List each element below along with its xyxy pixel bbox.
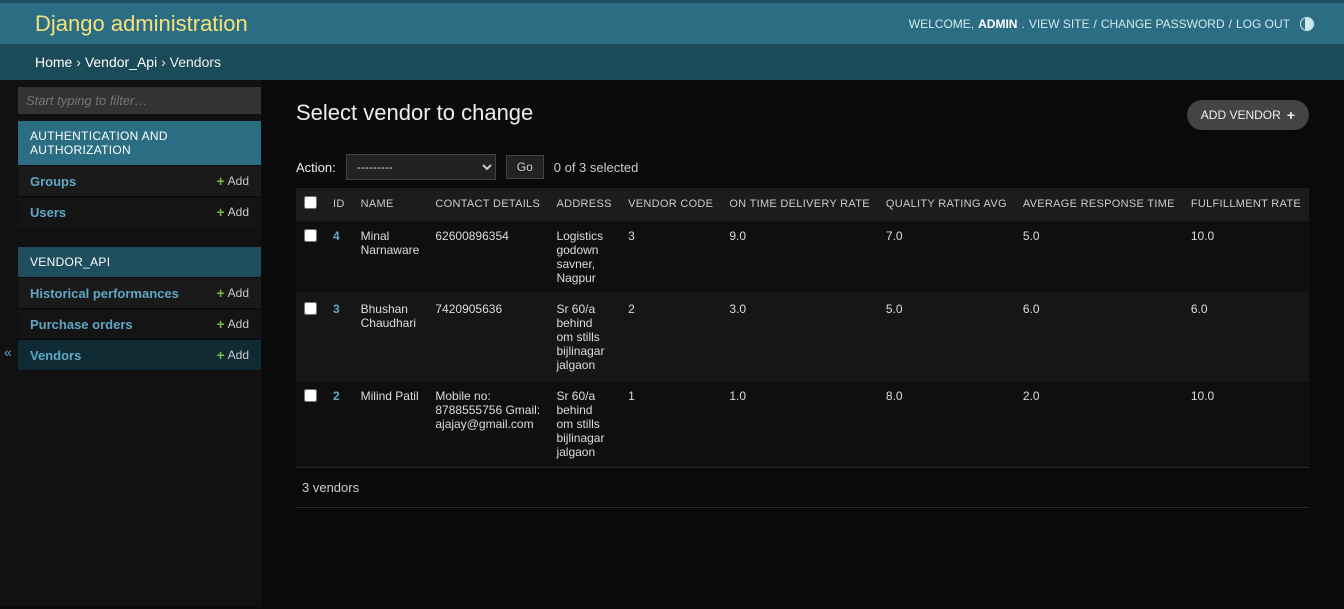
row-contact: Mobile no: 8788555756 Gmail: ajajay@gmai… (427, 381, 548, 468)
sidebar-add-vendors[interactable]: +Add (216, 347, 249, 363)
col-name[interactable]: NAME (353, 188, 428, 221)
row-address: Logistics godown savner, Nagpur (548, 221, 620, 294)
row-quality: 5.0 (878, 294, 1015, 381)
row-id-link[interactable]: 4 (333, 229, 340, 243)
row-fulfillment: 10.0 (1183, 221, 1309, 294)
results-table: ID NAME CONTACT DETAILS ADDRESS VENDOR C… (296, 188, 1309, 467)
row-quality: 8.0 (878, 381, 1015, 468)
actions-bar: Action: --------- Go 0 of 3 selected (296, 154, 1309, 180)
header: Django administration WELCOME, ADMIN. VI… (0, 0, 1344, 44)
row-checkbox[interactable] (304, 302, 317, 315)
table-row: 2 Milind PatilMobile no: 8788555756 Gmail… (296, 381, 1309, 468)
col-vendor-code[interactable]: VENDOR CODE (620, 188, 721, 221)
row-response: 5.0 (1015, 221, 1183, 294)
main: AUTHENTICATION AND AUTHORIZATION Groups … (0, 80, 1344, 607)
sidebar-link-groups[interactable]: Groups (30, 174, 76, 189)
selection-counter: 0 of 3 selected (554, 160, 639, 175)
breadcrumb-home[interactable]: Home (35, 54, 72, 70)
breadcrumb-app[interactable]: Vendor_Api (85, 54, 157, 70)
sidebar-add-historical-performances[interactable]: +Add (216, 285, 249, 301)
plus-icon: + (216, 316, 224, 332)
plus-icon: + (1287, 107, 1295, 123)
col-contact[interactable]: CONTACT DETAILS (427, 188, 548, 221)
action-select[interactable]: --------- (346, 154, 496, 180)
col-avg-response-time[interactable]: AVERAGE RESPONSE TIME (1015, 188, 1183, 221)
row-address: Sr 60/a behind om stills bijlinagar jalg… (548, 381, 620, 468)
welcome-label: WELCOME, (909, 17, 974, 31)
row-name: Milind Patil (353, 381, 428, 468)
sidebar: AUTHENTICATION AND AUTHORIZATION Groups … (0, 80, 261, 607)
sidebar-link-users[interactable]: Users (30, 205, 66, 220)
row-response: 6.0 (1015, 294, 1183, 381)
row-on-time: 1.0 (721, 381, 878, 468)
col-on-time-delivery[interactable]: ON TIME DELIVERY RATE (721, 188, 878, 221)
collapse-sidebar-button[interactable]: « (4, 344, 12, 360)
row-fulfillment: 6.0 (1183, 294, 1309, 381)
row-name: Minal Narnaware (353, 221, 428, 294)
col-select-all (296, 188, 325, 221)
col-fulfillment-rate[interactable]: FULFILLMENT RATE (1183, 188, 1309, 221)
plus-icon: + (216, 347, 224, 363)
row-address: Sr 60/a behind om stills bijlinagar jalg… (548, 294, 620, 381)
sidebar-app-vendor-caption[interactable]: VENDOR_API (18, 247, 261, 277)
col-address[interactable]: ADDRESS (548, 188, 620, 221)
sidebar-add-users[interactable]: +Add (216, 204, 249, 220)
sidebar-item-vendors: Vendors +Add (18, 339, 261, 370)
row-contact: 62600896354 (427, 221, 548, 294)
page-title: Select vendor to change (296, 100, 1309, 126)
table-header-row: ID NAME CONTACT DETAILS ADDRESS VENDOR C… (296, 188, 1309, 221)
theme-toggle-icon[interactable] (1300, 17, 1314, 31)
plus-icon: + (216, 204, 224, 220)
table-row: 3 Bhushan Chaudhari7420905636Sr 60/a behi… (296, 294, 1309, 381)
add-vendor-label: ADD VENDOR (1201, 108, 1281, 122)
plus-icon: + (216, 173, 224, 189)
row-fulfillment: 10.0 (1183, 381, 1309, 468)
row-id-link[interactable]: 3 (333, 302, 340, 316)
sidebar-filter-input[interactable] (18, 87, 261, 114)
sidebar-app-auth: AUTHENTICATION AND AUTHORIZATION Groups … (18, 121, 261, 227)
plus-icon: + (216, 285, 224, 301)
row-checkbox[interactable] (304, 229, 317, 242)
row-vendor-code: 3 (620, 221, 721, 294)
change-password-link[interactable]: CHANGE PASSWORD (1101, 17, 1225, 31)
breadcrumb: Home › Vendor_Api › Vendors (0, 44, 1344, 80)
sidebar-item-historical-performances: Historical performances +Add (18, 277, 261, 308)
user-tools: WELCOME, ADMIN. VIEW SITE / CHANGE PASSW… (909, 17, 1314, 31)
sidebar-item-users: Users +Add (18, 196, 261, 227)
sidebar-add-groups[interactable]: +Add (216, 173, 249, 189)
row-vendor-code: 2 (620, 294, 721, 381)
sidebar-app-auth-caption[interactable]: AUTHENTICATION AND AUTHORIZATION (18, 121, 261, 165)
sidebar-link-vendors[interactable]: Vendors (30, 348, 81, 363)
select-all-checkbox[interactable] (304, 196, 317, 209)
sidebar-item-purchase-orders: Purchase orders +Add (18, 308, 261, 339)
view-site-link[interactable]: VIEW SITE (1029, 17, 1090, 31)
username: ADMIN (978, 17, 1017, 31)
sidebar-item-groups: Groups +Add (18, 165, 261, 196)
row-vendor-code: 1 (620, 381, 721, 468)
row-quality: 7.0 (878, 221, 1015, 294)
row-response: 2.0 (1015, 381, 1183, 468)
sidebar-add-purchase-orders[interactable]: +Add (216, 316, 249, 332)
row-name: Bhushan Chaudhari (353, 294, 428, 381)
add-vendor-button[interactable]: ADD VENDOR + (1187, 100, 1309, 130)
row-on-time: 3.0 (721, 294, 878, 381)
object-tools: ADD VENDOR + (1187, 100, 1309, 130)
go-button[interactable]: Go (506, 155, 544, 179)
breadcrumb-current: Vendors (170, 54, 221, 70)
paginator: 3 vendors (296, 467, 1309, 508)
table-row: 4 Minal Narnaware62600896354Logistics god… (296, 221, 1309, 294)
sidebar-app-vendor: VENDOR_API Historical performances +Add … (18, 247, 261, 370)
row-contact: 7420905636 (427, 294, 548, 381)
row-id-link[interactable]: 2 (333, 389, 340, 403)
sidebar-link-purchase-orders[interactable]: Purchase orders (30, 317, 133, 332)
row-checkbox[interactable] (304, 389, 317, 402)
row-on-time: 9.0 (721, 221, 878, 294)
sidebar-link-historical-performances[interactable]: Historical performances (30, 286, 179, 301)
branding: Django administration (35, 11, 248, 37)
col-id[interactable]: ID (325, 188, 353, 221)
logout-link[interactable]: LOG OUT (1236, 17, 1290, 31)
action-label: Action: (296, 160, 336, 175)
col-quality-rating[interactable]: QUALITY RATING AVG (878, 188, 1015, 221)
content: ADD VENDOR + Select vendor to change Act… (261, 80, 1344, 607)
